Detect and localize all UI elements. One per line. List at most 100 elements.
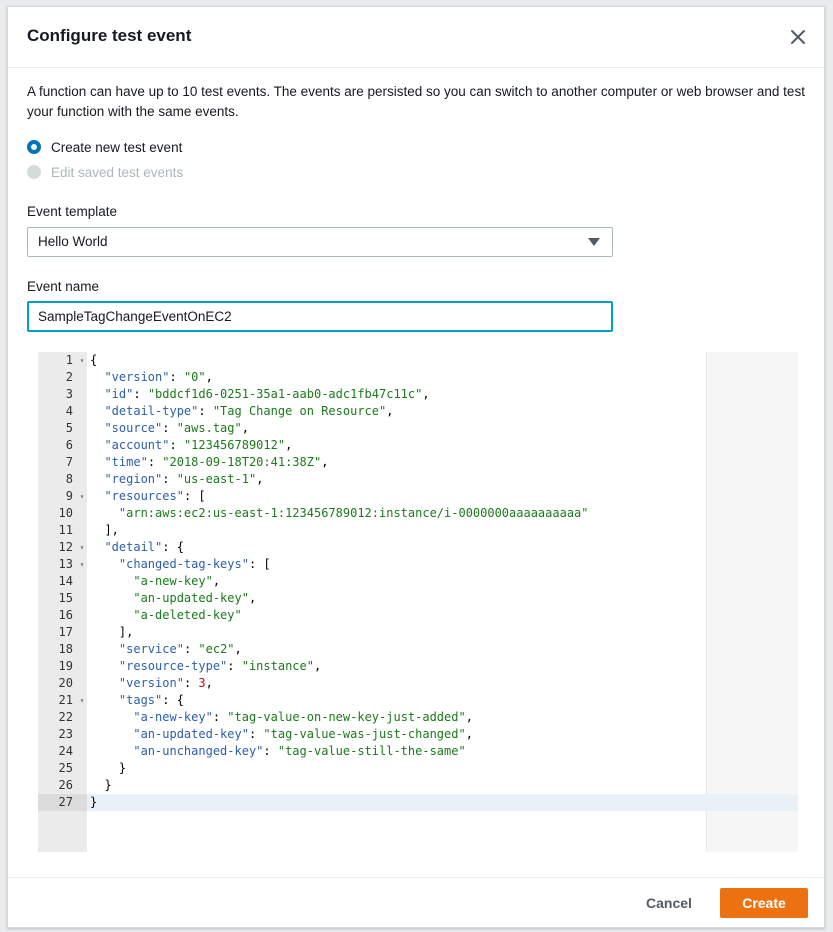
line-number: 7 [65, 455, 73, 469]
code-token: : [ [248, 557, 271, 571]
line-number: 19 [58, 659, 73, 673]
code-token: : [198, 404, 213, 418]
code-token: "region" [104, 472, 163, 486]
radio-create-new-test-event[interactable]: Create new test event [27, 138, 182, 156]
code-line[interactable]: 5 "source": "aws.tag", [38, 420, 798, 437]
code-line[interactable]: 16 "a-deleted-key" [38, 607, 798, 624]
code-token: : [227, 659, 242, 673]
code-token: "resources" [104, 489, 184, 503]
close-icon[interactable] [788, 27, 808, 47]
code-line[interactable]: 12 ▾ "detail": { [38, 539, 798, 556]
code-token: ], [90, 625, 134, 639]
dialog-footer: Cancel Create [8, 877, 824, 928]
radio-selected-icon[interactable] [27, 140, 41, 154]
code-line[interactable]: 4 "detail-type": "Tag Change on Resource… [38, 403, 798, 420]
code-token: : [162, 421, 177, 435]
line-number: 20 [58, 676, 73, 690]
code-line[interactable]: 25 } [38, 760, 798, 777]
code-token: : [169, 370, 184, 384]
code-token: "bddcf1d6-0251-35a1-aab0-adc1fb47c11c" [147, 387, 423, 401]
line-number: 27 [38, 794, 87, 811]
code-line[interactable]: 10 "arn:aws:ec2:us-east-1:123456789012:i… [38, 505, 798, 522]
code-token: "an-updated-key" [133, 591, 249, 605]
cancel-button[interactable]: Cancel [628, 888, 710, 918]
code-text: "version": "0", [87, 369, 798, 386]
code-token: "ec2" [198, 642, 235, 656]
code-token: , [465, 710, 473, 724]
code-token: : { [162, 693, 184, 707]
code-token: : [212, 710, 228, 724]
code-line[interactable]: 24 "an-unchanged-key": "tag-value-still-… [38, 743, 798, 760]
event-template-value: Hello World [38, 234, 108, 249]
line-number: 3 [65, 387, 73, 401]
line-number: 6 [65, 438, 73, 452]
code-line[interactable]: 23 "an-updated-key": "tag-value-was-just… [38, 726, 798, 743]
code-token: , [285, 438, 293, 452]
code-line[interactable]: 11 ], [38, 522, 798, 539]
line-number: 15 [58, 591, 73, 605]
code-line[interactable]: 6 "account": "123456789012", [38, 437, 798, 454]
code-line[interactable]: 27} [38, 794, 798, 811]
line-number: 16 [58, 608, 73, 622]
code-text: "arn:aws:ec2:us-east-1:123456789012:inst… [87, 505, 798, 522]
code-token: "tags" [118, 693, 163, 707]
event-name-input[interactable] [27, 301, 613, 332]
code-line[interactable]: 15 "an-updated-key", [38, 590, 798, 607]
code-line[interactable]: 20 "version": 3, [38, 675, 798, 692]
code-line[interactable]: 2 "version": "0", [38, 369, 798, 386]
code-line[interactable]: 1 ▾{ [38, 352, 798, 369]
dialog-header: Configure test event [8, 7, 824, 68]
line-number: 8 [65, 472, 73, 486]
code-text: "an-updated-key": "tag-value-was-just-ch… [87, 726, 798, 743]
event-template-select[interactable]: Hello World [27, 227, 613, 257]
code-token: : [162, 472, 177, 486]
code-line[interactable]: 17 ], [38, 624, 798, 641]
code-line[interactable]: 22 "a-new-key": "tag-value-on-new-key-ju… [38, 709, 798, 726]
code-token: , [241, 421, 249, 435]
code-token: { [90, 353, 98, 367]
code-token: , [234, 642, 242, 656]
dialog-title: Configure test event [27, 26, 192, 45]
code-text: "version": 3, [87, 675, 798, 692]
code-token: , [313, 659, 322, 673]
event-template-label: Event template [27, 204, 118, 219]
radio-disabled-icon [27, 165, 41, 179]
line-number: 26 [58, 778, 73, 792]
line-number: 14 [58, 574, 73, 588]
event-name-label: Event name [27, 279, 100, 294]
code-line[interactable]: 3 "id": "bddcf1d6-0251-35a1-aab0-adc1fb4… [38, 386, 798, 403]
code-line[interactable]: 19 "resource-type": "instance", [38, 658, 798, 675]
code-text: "an-unchanged-key": "tag-value-still-the… [87, 743, 798, 760]
code-line[interactable]: 18 "service": "ec2", [38, 641, 798, 658]
code-text: "region": "us-east-1", [87, 471, 798, 488]
code-line[interactable]: 8 "region": "us-east-1", [38, 471, 798, 488]
code-line[interactable]: 26 } [38, 777, 798, 794]
code-line[interactable]: 7 "time": "2018-09-18T20:41:38Z", [38, 454, 798, 471]
code-token: "an-updated-key" [133, 727, 249, 741]
code-line[interactable]: 21 ▾ "tags": { [38, 692, 798, 709]
code-token: "changed-tag-keys" [118, 557, 249, 571]
code-line[interactable]: 13 ▾ "changed-tag-keys": [ [38, 556, 798, 573]
line-number: 10 [58, 506, 73, 520]
fold-toggle-icon[interactable]: ▾ [77, 488, 87, 505]
fold-toggle-icon[interactable]: ▾ [77, 352, 87, 369]
code-editor[interactable]: 1 ▾{2 "version": "0", 3 "id": "bddcf1d6-02… [38, 352, 798, 852]
fold-toggle-icon[interactable]: ▾ [77, 539, 87, 556]
radio-label-create-new: Create new test event [51, 139, 183, 155]
code-token: "version" [104, 370, 170, 384]
code-line[interactable]: 9 ▾ "resources": [ [38, 488, 798, 505]
create-button[interactable]: Create [720, 888, 808, 918]
fold-toggle-icon[interactable]: ▾ [77, 556, 87, 573]
line-number: 22 [58, 710, 73, 724]
code-line[interactable]: 14 "a-new-key", [38, 573, 798, 590]
editor-lines[interactable]: 1 ▾{2 "version": "0", 3 "id": "bddcf1d6-02… [38, 352, 798, 811]
fold-toggle-icon[interactable]: ▾ [77, 692, 87, 709]
